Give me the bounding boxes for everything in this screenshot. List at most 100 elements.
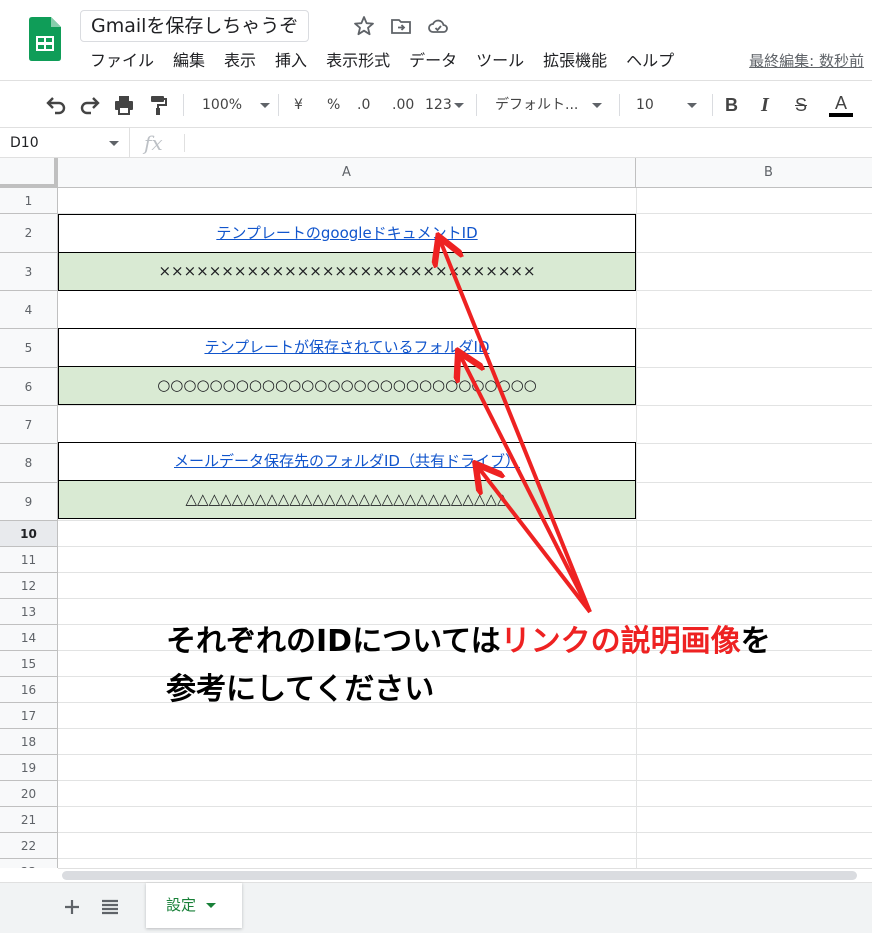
row-header-14[interactable]: 14 — [0, 625, 58, 651]
row-header-19[interactable]: 19 — [0, 755, 58, 781]
row-header-11[interactable]: 11 — [0, 547, 58, 573]
row-header-15[interactable]: 15 — [0, 651, 58, 677]
chevron-down-icon — [260, 102, 271, 108]
menu-help[interactable]: ヘルプ — [626, 48, 674, 74]
toolbar-divider — [476, 94, 477, 116]
font-family-value: デフォルト... — [495, 97, 579, 113]
zoom-select[interactable]: 100% — [202, 93, 271, 117]
print-icon[interactable] — [112, 93, 136, 117]
row-header-4[interactable]: 4 — [0, 291, 58, 329]
column-header-b[interactable]: B — [636, 158, 872, 188]
formula-divider — [184, 134, 185, 152]
annotation-prefix: それぞれのIDについては — [166, 624, 501, 659]
sheets-logo-icon[interactable] — [29, 17, 61, 61]
row-header-12[interactable]: 12 — [0, 573, 58, 599]
percent-format-button[interactable]: % — [327, 93, 340, 117]
name-box-value: D10 — [10, 135, 39, 151]
cell-a3-value[interactable]: ×××××××××××××××××××××××××××××× — [58, 253, 636, 291]
italic-button[interactable]: I — [761, 93, 769, 117]
toolbar-divider — [278, 94, 279, 116]
menu-insert[interactable]: 挿入 — [275, 48, 307, 74]
paint-format-icon[interactable] — [146, 93, 170, 117]
sheet-tab-settings[interactable]: 設定 — [146, 883, 242, 928]
row-header-23[interactable]: 23 — [0, 859, 58, 868]
font-family-select[interactable]: デフォルト... — [495, 93, 603, 117]
menu-file[interactable]: ファイル — [90, 48, 154, 74]
number-format-select[interactable]: 123 — [425, 93, 464, 117]
sheet-tab-bar: 設定 — [0, 882, 872, 933]
row-gridline — [58, 832, 872, 833]
cell-a2-template-doc-id-link[interactable]: テンプレートのgoogleドキュメントID — [58, 214, 636, 253]
chevron-down-icon — [592, 102, 603, 108]
row-gridline — [58, 728, 872, 729]
undo-icon[interactable] — [44, 93, 68, 117]
menu-format[interactable]: 表示形式 — [326, 48, 390, 74]
row-gridline — [58, 520, 872, 521]
cloud-status-icon[interactable] — [426, 14, 450, 38]
menu-list-icon[interactable] — [98, 895, 122, 919]
row-header-8[interactable]: 8 — [0, 444, 58, 483]
row-header-16[interactable]: 16 — [0, 677, 58, 703]
row-header-21[interactable]: 21 — [0, 807, 58, 833]
menu-tools[interactable]: ツール — [476, 48, 524, 74]
row-header-3[interactable]: 3 — [0, 253, 58, 291]
horizontal-scrollbar[interactable] — [58, 868, 872, 882]
decrease-decimal-label: .0 — [357, 97, 371, 113]
cell-a9-value[interactable]: △△△△△△△△△△△△△△△△△△△△△△△△△△△△ — [58, 481, 636, 519]
row-header-13[interactable]: 13 — [0, 599, 58, 625]
row-header-17[interactable]: 17 — [0, 703, 58, 729]
chevron-down-icon — [686, 102, 697, 108]
row-gridline — [58, 806, 872, 807]
row-gridline — [58, 405, 872, 406]
row-gridline — [58, 780, 872, 781]
increase-decimal-label: .00 — [392, 97, 415, 113]
menu-extensions[interactable]: 拡張機能 — [543, 48, 607, 74]
name-box[interactable]: D10 — [0, 128, 130, 158]
strikethrough-button[interactable]: S — [795, 93, 807, 117]
annotation-highlight: リンクの説明画像 — [500, 624, 741, 659]
chevron-down-icon — [453, 102, 464, 108]
text-color-button[interactable]: A — [829, 93, 853, 117]
menu-edit[interactable]: 編集 — [173, 48, 205, 74]
row-header-9[interactable]: 9 — [0, 483, 58, 521]
menu-view[interactable]: 表示 — [224, 48, 256, 74]
select-all-corner[interactable] — [0, 158, 58, 188]
cell-a5-template-folder-id-link[interactable]: テンプレートが保存されているフォルダID — [58, 328, 636, 367]
row-header-22[interactable]: 22 — [0, 833, 58, 859]
star-icon[interactable] — [352, 14, 376, 38]
document-title-input[interactable]: Gmailを保存しちゃうぞ — [80, 10, 310, 42]
cell-a8-mail-folder-id-link[interactable]: メールデータ保存先のフォルダID（共有ドライブ） — [58, 442, 636, 481]
menu-data[interactable]: データ — [409, 48, 457, 74]
toolbar: 100% ¥ % .0 .00 123 デフォルト... 10 B I S A — [0, 80, 872, 128]
row-header-5[interactable]: 5 — [0, 329, 58, 368]
menu-bar: ファイル 編集 表示 挿入 表示形式 データ ツール 拡張機能 ヘルプ — [90, 48, 693, 74]
spreadsheet-grid[interactable]: A B 123456789101112131415161718192021222… — [0, 158, 872, 868]
decrease-decimal-button[interactable]: .0 — [357, 93, 370, 117]
toolbar-divider — [619, 94, 620, 116]
column-header-a[interactable]: A — [58, 158, 636, 188]
plus-icon[interactable] — [60, 895, 84, 919]
redo-icon[interactable] — [78, 93, 102, 117]
toolbar-divider — [183, 94, 184, 116]
scrollbar-thumb[interactable] — [62, 871, 857, 880]
row-header-20[interactable]: 20 — [0, 781, 58, 807]
row-header-2[interactable]: 2 — [0, 214, 58, 253]
row-header-1[interactable]: 1 — [0, 188, 58, 214]
row-header-18[interactable]: 18 — [0, 729, 58, 755]
increase-decimal-button[interactable]: .00 — [392, 93, 414, 117]
currency-format-button[interactable]: ¥ — [294, 93, 303, 117]
last-edit-link[interactable]: 最終編集: 数秒前 — [749, 48, 864, 74]
row-header-6[interactable]: 6 — [0, 368, 58, 406]
bold-button[interactable]: B — [725, 93, 738, 117]
row-gridline — [58, 754, 872, 755]
row-header-10[interactable]: 10 — [0, 521, 58, 547]
number-format-label: 123 — [425, 97, 452, 113]
move-to-folder-icon[interactable] — [389, 14, 413, 38]
sheet-tab-label: 設定 — [166, 896, 197, 914]
cell-a6-value[interactable]: ○○○○○○○○○○○○○○○○○○○○○○○○○○○○○ — [58, 367, 636, 405]
fx-icon: fx — [144, 131, 163, 155]
row-header-7[interactable]: 7 — [0, 406, 58, 444]
font-size-select[interactable]: 10 — [636, 93, 697, 117]
row-gridline — [58, 598, 872, 599]
row-gridline — [58, 572, 872, 573]
